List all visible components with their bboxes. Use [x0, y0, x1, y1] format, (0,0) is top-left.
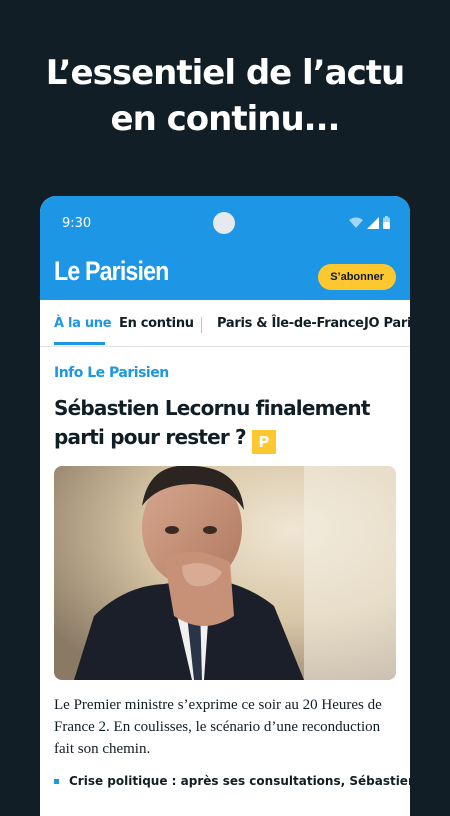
signal-icon [367, 216, 379, 229]
article-card[interactable]: Info Le Parisien Sébastien Lecornu final… [40, 365, 410, 788]
active-tab-indicator [54, 342, 105, 345]
app-header: Le Parisien S’abonner [40, 252, 410, 300]
tab-jo-paris[interactable]: JO Paris [364, 316, 410, 331]
article-title[interactable]: Sébastien Lecornu finalement parti pour … [54, 394, 396, 454]
le-parisien-logo[interactable]: Le Parisien [54, 256, 169, 287]
promo-headline: L’essentiel de l’actu en continu... [0, 50, 450, 142]
premium-badge-icon: P [251, 430, 276, 454]
tab-paris-ile-de-france[interactable]: Paris & Île-de-France [217, 316, 364, 331]
status-icons [349, 216, 390, 229]
subscribe-button[interactable]: S’abonner [318, 264, 396, 290]
promo-line-1: L’essentiel de l’actu [45, 53, 405, 93]
related-article[interactable]: Crise politique : après ses consultation… [54, 774, 410, 788]
phone-screen: 9:30 Le Parisien S’abonner À la une En c… [40, 196, 410, 816]
battery-icon [383, 216, 390, 229]
promo-line-2: en continu... [110, 99, 341, 139]
camera-cutout [213, 212, 235, 234]
article-title-text: Sébastien Lecornu finalement parti pour … [54, 396, 370, 449]
tab-en-continu[interactable]: En continu [119, 316, 194, 331]
section-tabs: À la une En continu Paris & Île-de-Franc… [40, 300, 410, 347]
article-lede[interactable]: Le Premier ministre s’exprime ce soir au… [54, 694, 396, 760]
tab-a-la-une[interactable]: À la une [54, 316, 112, 331]
status-time: 9:30 [62, 216, 92, 231]
related-article-title: Crise politique : après ses consultation… [69, 774, 410, 788]
portrait-image [54, 466, 396, 680]
status-bar: 9:30 [40, 196, 410, 252]
wifi-icon [349, 217, 363, 228]
bullet-icon [54, 779, 59, 784]
tab-divider [201, 317, 202, 333]
article-kicker[interactable]: Info Le Parisien [54, 365, 396, 381]
article-photo[interactable] [54, 466, 396, 680]
